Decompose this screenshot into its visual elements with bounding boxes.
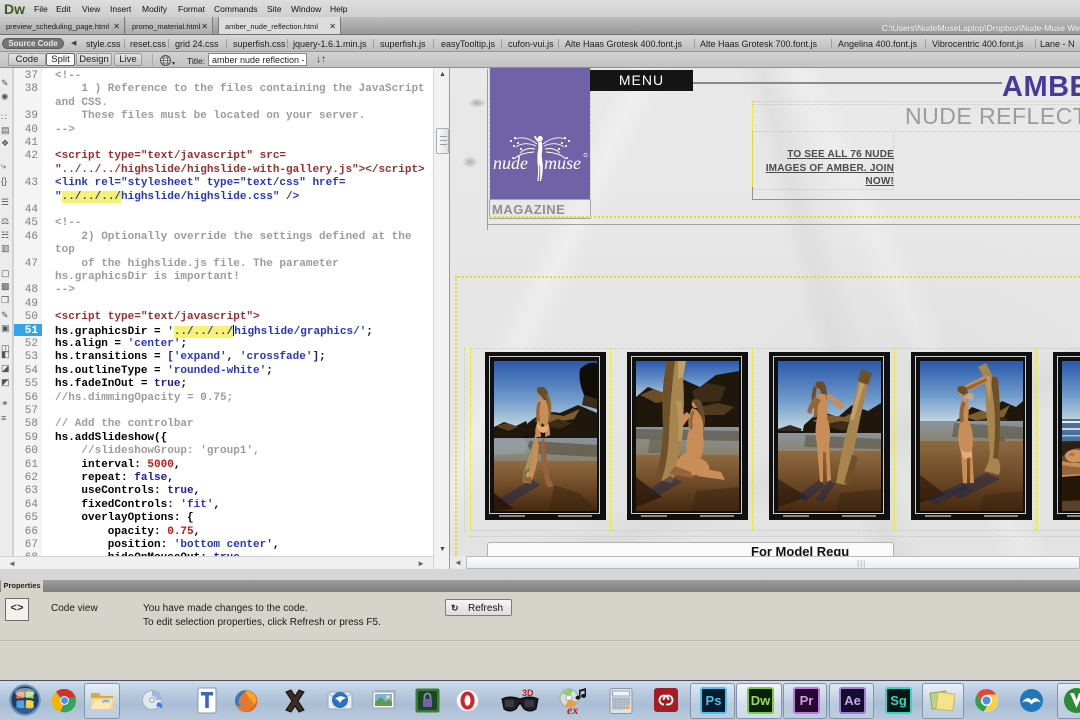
svg-text:nude: nude [493, 153, 528, 173]
svg-text:3D: 3D [522, 688, 534, 698]
svg-text:muse: muse [544, 153, 581, 173]
svg-text:ex: ex [567, 703, 578, 716]
